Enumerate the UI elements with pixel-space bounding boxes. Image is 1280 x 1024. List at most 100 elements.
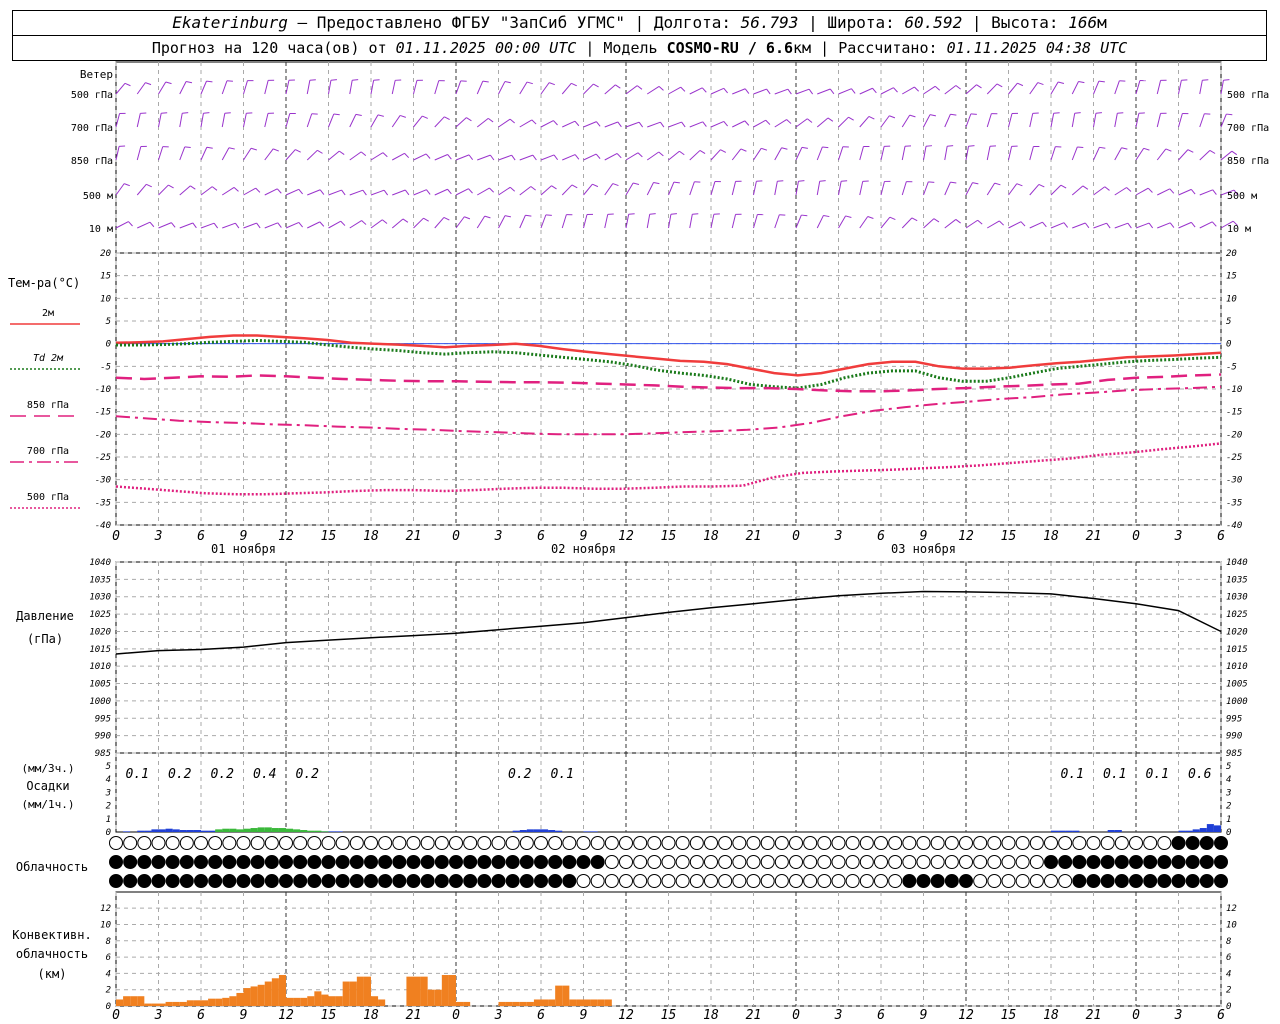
cloud-symbol <box>619 836 633 850</box>
convective-bar <box>271 978 279 1006</box>
cloud-symbol <box>831 874 846 888</box>
wind-barb-feather <box>617 121 622 128</box>
precip-bar <box>1058 830 1066 832</box>
x-tick-label-bottom: 18 <box>1043 1008 1059 1023</box>
wind-barb <box>413 115 423 128</box>
cloud-symbol <box>562 855 577 869</box>
wind-barb-feather <box>464 216 471 220</box>
wind-barb <box>243 187 256 196</box>
cloud-symbol <box>279 855 293 869</box>
wind-barb <box>137 221 151 229</box>
wind-barb-feather <box>1099 146 1106 149</box>
wind-barb <box>413 153 427 161</box>
wind-barb <box>731 181 737 196</box>
cloud-symbol <box>1143 836 1158 850</box>
wind-barb-feather <box>996 83 1003 88</box>
wind-barb <box>179 222 193 229</box>
x-tick-label-bottom: 9 <box>240 1008 248 1023</box>
cloud-symbol <box>1185 874 1200 888</box>
wind-barb <box>1157 188 1171 196</box>
convective-bar <box>123 996 131 1006</box>
convective-bar <box>236 992 244 1006</box>
wind-barb-feather <box>1121 147 1128 150</box>
convective-bar <box>555 985 563 1006</box>
cloud-symbol <box>548 874 563 888</box>
cloud-symbol <box>973 855 988 869</box>
cloud-symbol <box>732 836 747 850</box>
wind-barb <box>1156 148 1167 161</box>
wind-barb-feather <box>1098 80 1105 83</box>
wind-barb <box>774 181 778 196</box>
cloud-symbol <box>194 874 208 888</box>
wind-barb <box>646 85 660 95</box>
wind-barb <box>455 154 470 161</box>
y-tick-label-right: 6 <box>1226 953 1231 963</box>
y-tick-label-right: 4 <box>1226 775 1231 785</box>
wind-barb <box>413 80 418 95</box>
wind-barb <box>1008 82 1018 95</box>
wind-barb-feather <box>933 218 940 223</box>
wind-barb <box>349 114 357 128</box>
wind-barb <box>1071 146 1078 161</box>
wind-barb <box>285 80 290 95</box>
wind-barb <box>604 121 618 128</box>
x-tick-label-bottom: 18 <box>363 1008 379 1023</box>
wind-barb-feather <box>362 189 367 196</box>
cloud-symbol <box>491 874 506 888</box>
wind-barb <box>1029 146 1034 161</box>
wind-barb <box>1156 80 1162 95</box>
wind-barb <box>1199 113 1205 128</box>
convective-bar <box>193 1000 201 1006</box>
convective-bar <box>144 1003 152 1006</box>
wind-barb-feather <box>633 182 640 186</box>
wind-barb <box>1093 80 1100 95</box>
cloud-symbol <box>179 874 194 888</box>
cloud-symbol <box>491 836 506 850</box>
wind-barb <box>1071 113 1076 128</box>
wind-barb-feather <box>360 151 367 157</box>
convective-bar <box>342 981 350 1006</box>
wind-barb-feather <box>298 189 303 195</box>
wind-barb <box>965 113 972 128</box>
cloud-symbol <box>1001 836 1016 850</box>
wind-barb <box>349 220 362 229</box>
cloud-symbol <box>364 855 378 869</box>
cloud-symbol <box>406 874 421 888</box>
cloud-symbol <box>137 855 152 869</box>
wind-barb-feather <box>482 80 489 83</box>
cloud-symbol <box>449 855 463 869</box>
precip-bar <box>541 829 549 832</box>
y-tick-label-right: 2 <box>1226 802 1231 812</box>
wind-barb <box>221 113 226 128</box>
precip-bar <box>1051 830 1059 832</box>
wind-barb <box>392 152 405 161</box>
precip-bar <box>512 830 520 832</box>
cloud-symbol <box>604 855 619 869</box>
wind-barb <box>561 82 572 95</box>
cloud-symbol <box>519 855 534 869</box>
wind-barb-feather <box>699 150 706 154</box>
y-tick-label-right: 0 <box>1226 1002 1231 1012</box>
wind-barb <box>965 182 973 196</box>
wind-barb-feather <box>526 81 533 85</box>
x-tick-label: 15 <box>321 529 337 544</box>
wind-barb-feather <box>766 88 771 95</box>
wind-barb <box>519 119 533 128</box>
wind-barb-feather <box>972 182 979 185</box>
wind-barb-feather <box>426 189 431 195</box>
wind-barb-feather <box>234 222 240 229</box>
precip-bar <box>243 828 251 832</box>
wind-barb-feather <box>487 117 494 123</box>
wind-barb <box>328 189 342 196</box>
cloud-symbol <box>349 855 364 869</box>
wind-barb <box>370 152 384 161</box>
wind-barb-feather <box>1016 183 1023 187</box>
x-tick-label-bottom: 6 <box>537 1008 545 1023</box>
precip-bar <box>158 829 166 832</box>
wind-barb <box>328 113 335 128</box>
precip-bar <box>555 830 563 832</box>
wind-barb <box>625 182 634 196</box>
cloud-symbol <box>123 855 138 869</box>
cloud-symbol <box>293 874 308 888</box>
y-tick-label-right: -10 <box>1226 385 1242 395</box>
